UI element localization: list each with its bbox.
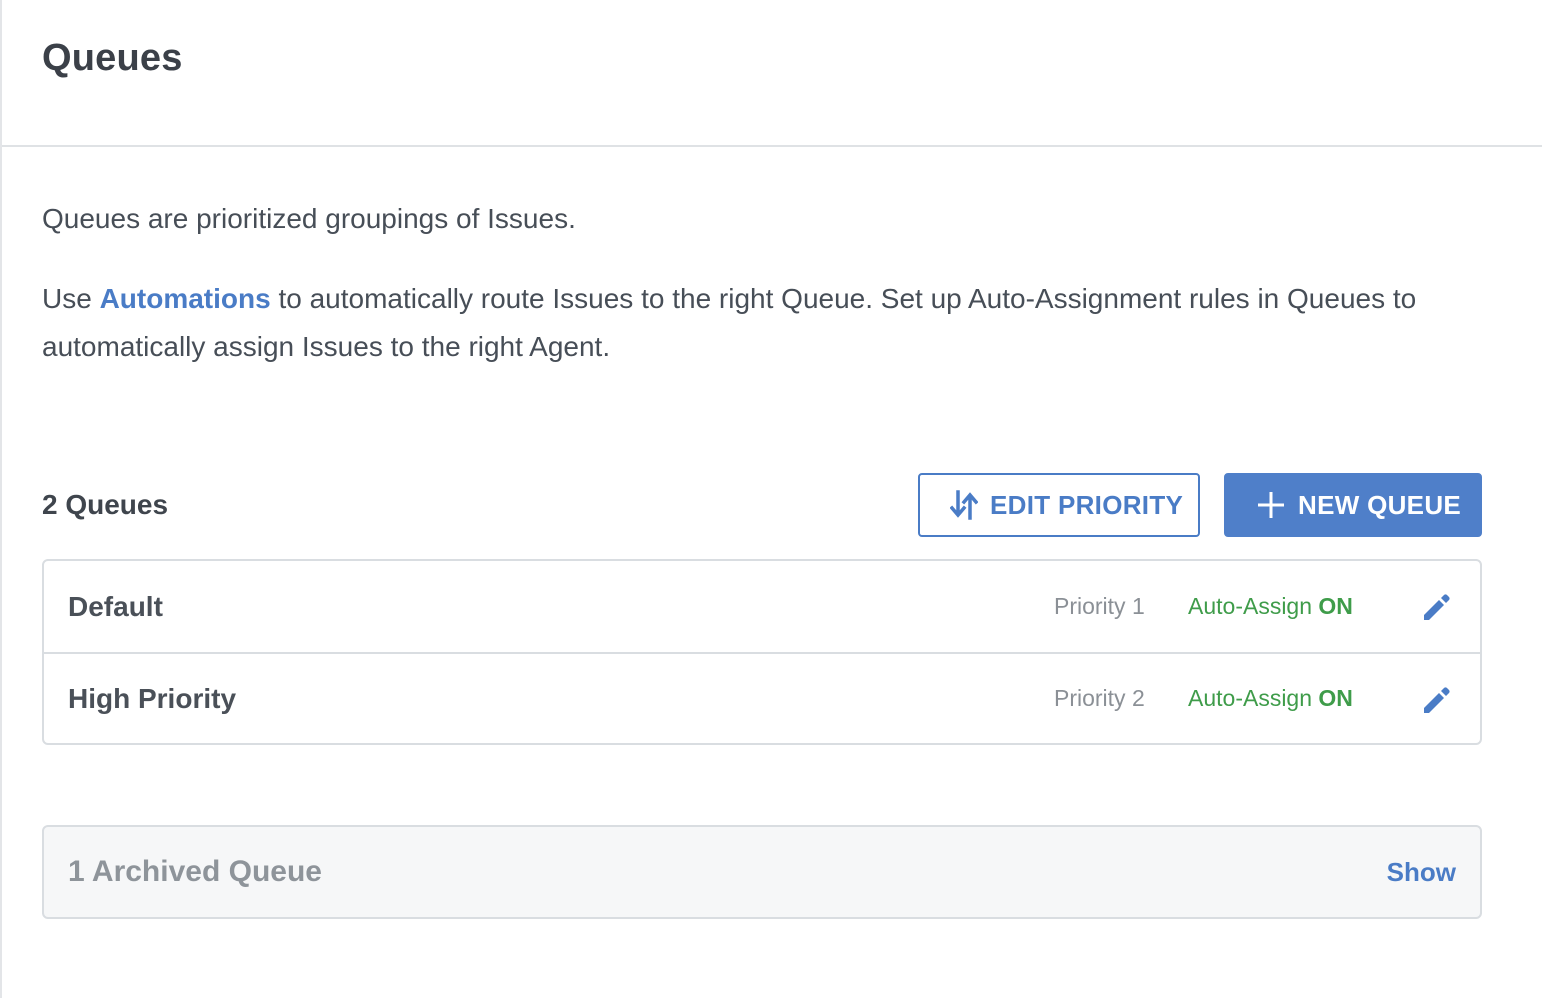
new-queue-button[interactable]: NEW QUEUE	[1224, 473, 1482, 537]
sort-arrows-icon	[950, 490, 978, 520]
page-content: Queues are prioritized groupings of Issu…	[2, 195, 1542, 919]
queue-name: Default	[68, 590, 163, 622]
queues-page: Queues Queues are prioritized groupings …	[0, 0, 1542, 998]
auto-assign-status: Auto-Assign ON	[1188, 593, 1353, 620]
queue-priority: Priority 2	[1054, 685, 1145, 711]
archived-queues-label: 1 Archived Queue	[68, 855, 322, 888]
toolbar-buttons: EDIT PRIORITY NEW QUEUE	[918, 473, 1482, 537]
automations-link[interactable]: Automations	[100, 283, 271, 314]
queue-list: Default Priority 1 Auto-Assign ON High P…	[42, 559, 1482, 745]
queue-name: High Priority	[68, 682, 237, 714]
auto-assign-status: Auto-Assign ON	[1188, 685, 1353, 712]
description-line-2: Use Automations to automatically route I…	[42, 275, 1482, 371]
queue-priority: Priority 1	[1054, 593, 1145, 619]
show-archived-link[interactable]: Show	[1387, 857, 1456, 888]
page-header: Queues	[2, 0, 1542, 147]
auto-assign-label: Auto-Assign	[1188, 593, 1313, 619]
queue-row-high-priority[interactable]: High Priority Priority 2 Auto-Assign ON	[44, 652, 1480, 743]
plus-icon	[1256, 490, 1286, 520]
edit-priority-label: EDIT PRIORITY	[990, 489, 1184, 520]
page-title: Queues	[42, 37, 183, 79]
auto-assign-state: ON	[1318, 593, 1353, 619]
queues-toolbar: 2 Queues EDIT PRIORITY NEW QUEUE	[42, 473, 1482, 537]
pencil-icon[interactable]	[1420, 591, 1452, 623]
new-queue-label: NEW QUEUE	[1298, 489, 1462, 520]
queue-row-default[interactable]: Default Priority 1 Auto-Assign ON	[44, 561, 1480, 652]
queue-count: 2 Queues	[42, 489, 169, 520]
archived-queues-panel: 1 Archived Queue Show	[42, 825, 1482, 919]
edit-priority-button[interactable]: EDIT PRIORITY	[918, 473, 1200, 537]
pencil-icon[interactable]	[1420, 684, 1452, 716]
auto-assign-label: Auto-Assign	[1188, 685, 1313, 711]
auto-assign-state: ON	[1318, 685, 1353, 711]
description-prefix: Use	[42, 283, 100, 314]
description: Queues are prioritized groupings of Issu…	[42, 195, 1482, 371]
description-line-1: Queues are prioritized groupings of Issu…	[42, 203, 576, 234]
